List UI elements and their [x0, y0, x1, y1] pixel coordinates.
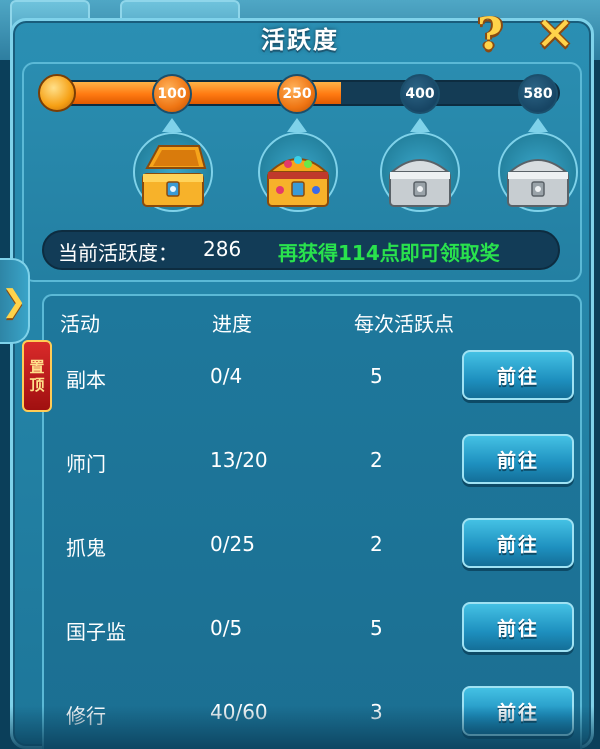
column-header-activity: 活动 [60, 312, 100, 336]
activity-points: 2 [370, 448, 383, 472]
activity-name: 抓鬼 [66, 536, 106, 560]
progress-start-knob [38, 74, 76, 112]
help-icon: ? [477, 8, 503, 60]
gem-treasure-chest-icon[interactable] [258, 138, 338, 214]
activity-points: 2 [370, 532, 383, 556]
help-button[interactable]: ? [466, 8, 514, 60]
milestone-pointer [528, 118, 548, 132]
side-expand-tab[interactable]: ❯ [0, 258, 30, 344]
column-header-progress: 进度 [212, 312, 252, 336]
milestone-400: 400 [400, 74, 440, 114]
activity-progress: 0/4 [210, 364, 243, 388]
milestone-pointer [162, 118, 182, 132]
list-bottom-fade [0, 706, 600, 749]
opened-treasure-chest-icon[interactable] [133, 138, 213, 214]
next-reward-tip: 再获得114点即可领取奖 [278, 241, 500, 265]
column-header-points: 每次活跃点 [354, 312, 454, 336]
milestone-250: 250 [277, 74, 317, 114]
chevron-right-icon: ❯ [1, 283, 27, 319]
go-button[interactable]: 前往 [462, 434, 574, 484]
milestone-580: 580 [518, 74, 558, 114]
panel-title: 活跃度 [261, 26, 339, 54]
table-row: 抓鬼 0/25 2 前往 [0, 516, 600, 596]
current-activity-label: 当前活跃度： [58, 241, 178, 265]
milestone-pointer [410, 118, 430, 132]
activity-progress: 13/20 [210, 448, 268, 472]
activity-points: 5 [370, 616, 383, 640]
go-button[interactable]: 前往 [462, 602, 574, 652]
activity-progress: 0/5 [210, 616, 243, 640]
activity-name: 国子监 [66, 620, 126, 644]
current-activity-value: 286 [203, 237, 242, 261]
locked-silver-chest-icon[interactable] [380, 138, 460, 214]
activity-name: 副本 [66, 368, 106, 392]
activity-progress: 0/25 [210, 532, 255, 556]
close-button[interactable]: ✕ [528, 7, 582, 61]
close-icon: ✕ [535, 7, 575, 61]
activity-name: 师门 [66, 452, 106, 476]
milestone-pointer [287, 118, 307, 132]
go-button[interactable]: 前往 [462, 350, 574, 400]
go-button[interactable]: 前往 [462, 518, 574, 568]
table-row: 国子监 0/5 5 前往 [0, 600, 600, 680]
table-row: 师门 13/20 2 前往 [0, 432, 600, 512]
table-row: 副本 0/4 5 前往 [0, 348, 600, 428]
activity-points: 5 [370, 364, 383, 388]
milestone-100: 100 [152, 74, 192, 114]
locked-silver-chest-icon[interactable] [498, 138, 578, 214]
